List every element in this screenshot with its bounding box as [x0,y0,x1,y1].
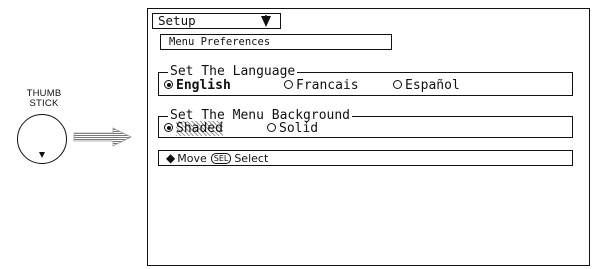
radio-empty-icon [284,80,293,89]
thumb-stick-label: THUMB STICK [14,89,74,109]
language-group-title: Set The Language [168,64,298,79]
status-select-label: Select [234,152,269,165]
background-option-label: Solid [279,121,319,136]
background-group: Set The Menu Background Shaded Solid [158,108,573,138]
radio-selected-icon [164,80,173,89]
setup-screen: Setup Menu Preferences Set The Language … [147,8,590,266]
background-option-label: Shaded [176,121,223,136]
thumb-stick-label-line2: STICK [29,98,59,109]
setup-tab-label: Setup [158,13,196,28]
background-option-solid[interactable]: Solid [267,121,318,136]
menu-preferences-text: Menu Preferences [169,36,271,48]
status-move-label: Move [177,152,207,165]
language-option-label: English [176,78,231,93]
arrow-right-icon [73,127,132,147]
radio-empty-icon [393,80,402,89]
language-option-francais[interactable]: Francais [284,78,359,93]
down-arrow-icon [39,152,45,158]
radio-empty-icon [267,123,276,132]
language-option-english[interactable]: English [164,78,231,93]
thumb-stick[interactable] [17,114,67,164]
move-icon: ◆ [166,151,176,165]
sel-key-icon: SEL [210,153,232,164]
setup-tab[interactable]: Setup [152,13,281,29]
status-bar: ◆ Move SEL Select [158,150,573,166]
menu-preferences-label: Menu Preferences [160,34,392,50]
radio-selected-icon [164,123,173,132]
language-option-espanol[interactable]: Español [393,78,460,93]
background-option-shaded[interactable]: Shaded [164,121,223,136]
language-group: Set The Language English Francais Españo… [158,64,573,96]
language-option-label: Español [405,78,460,93]
dropdown-arrow-icon [261,15,271,27]
language-option-label: Francais [296,78,359,93]
